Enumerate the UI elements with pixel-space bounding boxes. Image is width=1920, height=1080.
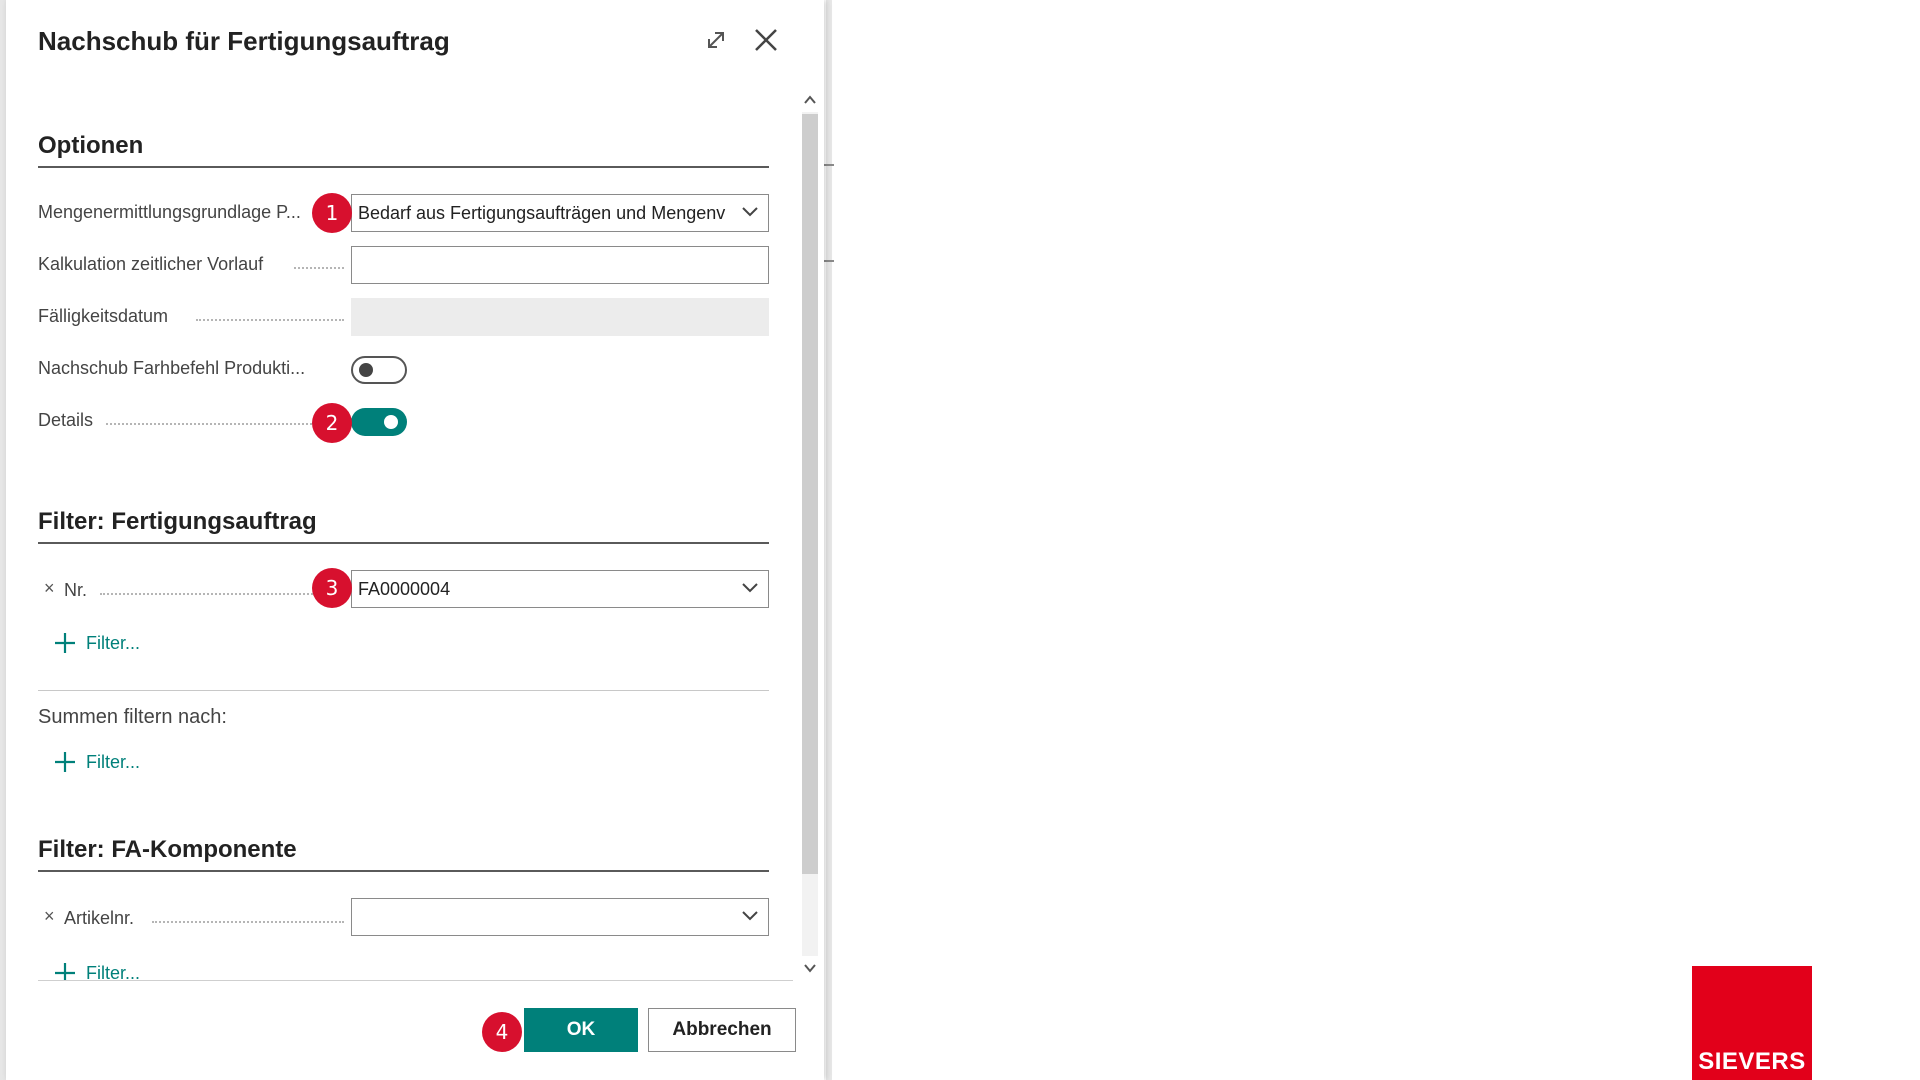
cancel-button[interactable]: Abbrechen [648, 1008, 796, 1052]
footer-divider [38, 980, 793, 981]
step-badge-1: 1 [312, 193, 352, 233]
mengenermittlung-value: Bedarf aus Fertigungsaufträgen und Menge… [358, 203, 726, 223]
field-label-artikelnr: Artikelnr. [64, 908, 135, 928]
toggle-knob [359, 363, 373, 377]
step-badge-2: 2 [312, 403, 352, 443]
field-label-details: Details [38, 410, 94, 430]
dotted-leader [152, 921, 344, 923]
background-right-edge [826, 0, 832, 1080]
sievers-logo: SIEVERS [1692, 966, 1812, 1080]
dotted-leader [100, 593, 316, 595]
step-badge-4: 4 [482, 1012, 522, 1052]
scroll-up-icon[interactable] [802, 92, 818, 108]
background-tick [824, 260, 834, 262]
replenishment-dialog: Nachschub für Fertigungsauftrag Optionen… [6, 0, 824, 1080]
dotted-leader [106, 423, 316, 425]
section-heading-filter-fa-komponente: Filter: FA-Komponente [38, 836, 769, 872]
field-label-nachschub-farhbefehl: Nachschub Farhbefehl Produkti... [38, 358, 306, 378]
section-heading-filter-fertigungsauftrag: Filter: Fertigungsauftrag [38, 508, 769, 544]
nachschub-farhbefehl-toggle[interactable] [351, 356, 407, 384]
scrollbar-thumb[interactable] [802, 114, 818, 874]
plus-icon [55, 963, 75, 980]
plus-icon [55, 752, 75, 772]
chevron-down-icon [742, 911, 758, 921]
chevron-down-icon [742, 207, 758, 217]
vertical-scrollbar[interactable] [798, 88, 822, 980]
details-toggle[interactable] [351, 408, 407, 436]
dotted-leader [294, 267, 344, 269]
nr-filter-value: FA0000004 [358, 579, 451, 599]
remove-filter-icon[interactable]: × [44, 578, 55, 599]
step-badge-3: 3 [312, 568, 352, 608]
brand-name: SIEVERS [1698, 1048, 1806, 1075]
faelligkeitsdatum-input [351, 298, 769, 336]
add-sum-filter-link[interactable]: Filter... [54, 749, 140, 775]
section-heading-optionen: Optionen [38, 132, 769, 168]
summen-filtern-label: Summen filtern nach: [38, 706, 227, 728]
add-filter-label: Filter... [86, 962, 141, 981]
mengenermittlung-select[interactable]: Bedarf aus Fertigungsaufträgen und Menge… [351, 194, 769, 232]
plus-icon [55, 633, 75, 653]
background-tick [824, 164, 834, 166]
field-label-faelligkeitsdatum: Fälligkeitsdatum [38, 306, 169, 326]
close-icon[interactable] [752, 26, 780, 54]
scroll-down-icon[interactable] [802, 960, 818, 976]
field-label-mengenermittlung: Mengenermittlungsgrundlage P... [38, 202, 301, 222]
field-label-kalkulation: Kalkulation zeitlicher Vorlauf [38, 254, 264, 274]
nr-filter-select[interactable]: FA0000004 [351, 570, 769, 608]
expand-icon[interactable] [702, 26, 730, 54]
dotted-leader [196, 319, 344, 321]
field-label-nr: Nr. [64, 580, 88, 600]
ok-button[interactable]: OK [524, 1008, 638, 1052]
add-filter-label: Filter... [86, 632, 141, 653]
add-komponente-filter-link[interactable]: Filter... [54, 960, 140, 980]
remove-filter-icon[interactable]: × [44, 906, 55, 927]
divider [38, 690, 769, 691]
dialog-title: Nachschub für Fertigungsauftrag [38, 26, 450, 56]
artikelnr-filter-select[interactable] [351, 898, 769, 936]
chevron-down-icon [742, 583, 758, 593]
dialog-content[interactable]: Optionen Mengenermittlungsgrundlage P...… [6, 88, 824, 980]
add-filter-label: Filter... [86, 751, 141, 772]
kalkulation-input[interactable] [351, 246, 769, 284]
toggle-knob [384, 415, 398, 429]
add-filter-link[interactable]: Filter... [54, 630, 140, 656]
